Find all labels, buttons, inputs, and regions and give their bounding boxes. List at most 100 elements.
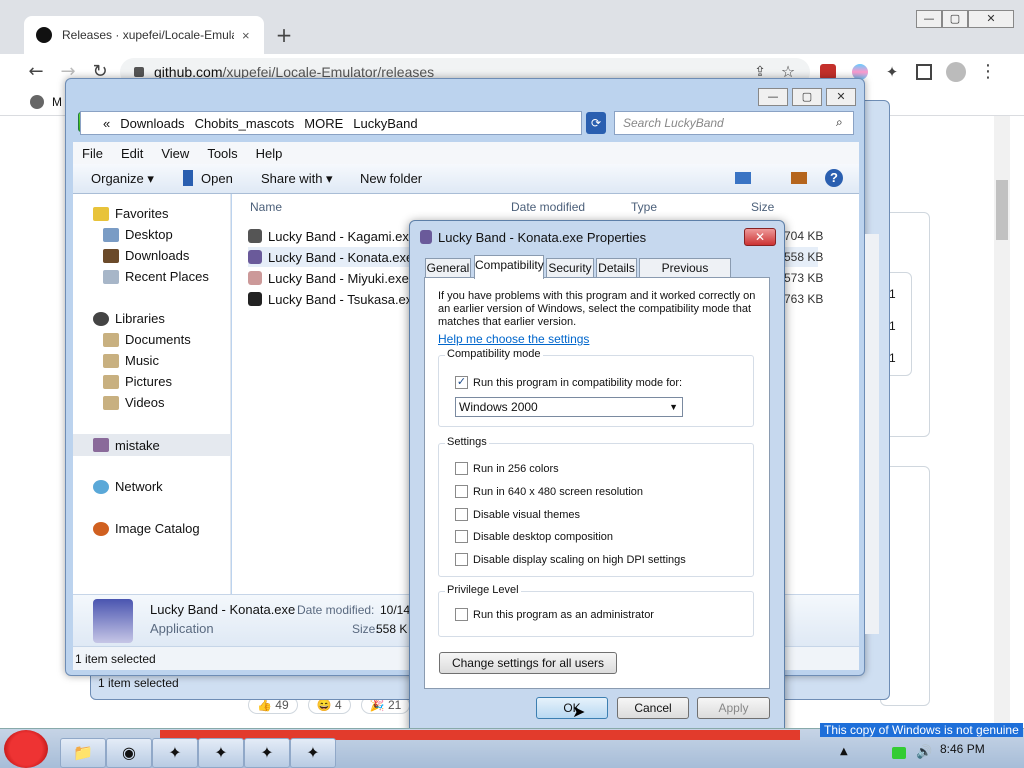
column-size[interactable]: Size: [751, 200, 774, 214]
tab-details[interactable]: Details: [596, 258, 637, 278]
exe-icon: [248, 229, 262, 243]
help-choose-settings-link[interactable]: Help me choose the settings: [438, 332, 589, 346]
close-tab-icon[interactable]: ×: [242, 28, 250, 43]
taskbar-app-icon[interactable]: ✦: [244, 738, 290, 768]
explorer-address-bar[interactable]: « Downloads Chobits_mascots MORE LuckyBa…: [80, 111, 582, 135]
taskbar-explorer-icon[interactable]: 📁: [60, 738, 106, 768]
profile-avatar[interactable]: [946, 62, 966, 82]
menu-file[interactable]: File: [73, 146, 112, 161]
taskbar-app-icon[interactable]: ✦: [290, 738, 336, 768]
change-settings-all-users-button[interactable]: Change settings for all users: [439, 652, 617, 674]
taskbar-app-icon[interactable]: ✦: [198, 738, 244, 768]
open-button[interactable]: Open: [201, 171, 233, 186]
settings-group: Settings Run in 256 colors Run in 640 x …: [438, 436, 754, 577]
column-date[interactable]: Date modified: [511, 200, 585, 214]
setting-256-colors[interactable]: Run in 256 colors: [455, 462, 559, 475]
lock-icon: [134, 67, 144, 77]
nav-favorites[interactable]: Favorites: [93, 206, 168, 221]
setting-disable-dpi-scaling[interactable]: Disable display scaling on high DPI sett…: [455, 553, 686, 566]
share-with-button[interactable]: Share with ▾: [261, 171, 333, 187]
menu-help[interactable]: Help: [247, 146, 292, 161]
nav-downloads[interactable]: Downloads: [103, 248, 189, 263]
bookmark-label[interactable]: M: [52, 95, 62, 109]
open-app-icon: [183, 170, 193, 186]
taskbar-chrome-icon[interactable]: ◉: [106, 738, 152, 768]
breadcrumb-luckyband[interactable]: LuckyBand: [353, 116, 417, 131]
side-panel-icon[interactable]: [916, 64, 932, 80]
browser-close-button[interactable]: ✕: [968, 10, 1014, 28]
taskbar-app-icon[interactable]: ✦: [152, 738, 198, 768]
preview-pane-icon[interactable]: [791, 172, 807, 184]
compat-os-select[interactable]: Windows 2000 ▼: [455, 397, 683, 417]
nav-image-catalog[interactable]: Image Catalog: [93, 521, 200, 536]
compatibility-mode-group: Compatibility mode ✓ Run this program in …: [438, 348, 754, 427]
cancel-button[interactable]: Cancel: [617, 697, 689, 719]
nav-pictures[interactable]: Pictures: [103, 374, 172, 389]
tab-security[interactable]: Security: [546, 258, 594, 278]
setting-640x480[interactable]: Run in 640 x 480 screen resolution: [455, 485, 643, 498]
breadcrumb-downloads[interactable]: Downloads: [120, 116, 184, 131]
help-icon[interactable]: ?: [825, 169, 843, 187]
page-scroll-thumb[interactable]: [996, 180, 1008, 240]
extensions-puzzle-icon[interactable]: ✦: [880, 60, 904, 84]
compat-mode-checkbox[interactable]: ✓ Run this program in compatibility mode …: [455, 376, 682, 389]
status-bar-back: 1 item selected: [98, 676, 179, 690]
browser-minimize-button[interactable]: —: [916, 10, 942, 28]
explorer-search-input[interactable]: Search LuckyBand: [614, 111, 854, 135]
libraries-icon: [93, 311, 109, 326]
exe-icon: [248, 292, 262, 306]
column-name[interactable]: Name: [250, 200, 282, 214]
nav-recent[interactable]: Recent Places: [103, 269, 209, 284]
setting-disable-composition[interactable]: Disable desktop composition: [455, 530, 613, 543]
volume-icon[interactable]: 🔊: [916, 745, 932, 760]
explorer-close-button[interactable]: ✕: [826, 88, 856, 106]
nav-music[interactable]: Music: [103, 353, 159, 368]
menu-kebab-icon[interactable]: ⋮: [976, 60, 1000, 84]
breadcrumb-chobits[interactable]: Chobits_mascots: [195, 116, 295, 131]
dialog-title: Lucky Band - Konata.exe Properties: [438, 230, 647, 245]
run-as-admin-checkbox[interactable]: Run this program as an administrator: [455, 608, 654, 621]
menu-edit[interactable]: Edit: [112, 146, 152, 161]
taskbar-clock[interactable]: 8:46 PM: [940, 742, 985, 756]
nav-network[interactable]: Network: [93, 479, 163, 494]
checkbox-box: [455, 608, 468, 621]
apply-button[interactable]: Apply: [697, 697, 770, 719]
breadcrumb-more[interactable]: MORE: [304, 116, 343, 131]
nav-libraries[interactable]: Libraries: [93, 311, 165, 326]
tab-previous-versions[interactable]: Previous Versions: [639, 258, 731, 293]
bookmark-globe-icon[interactable]: [30, 95, 44, 109]
file-row[interactable]: Lucky Band - Miyuki.exe: [248, 268, 409, 288]
file-row[interactable]: Lucky Band - Tsukasa.exe: [248, 289, 420, 309]
file-list-scrollbar[interactable]: [865, 234, 879, 634]
tab-compatibility[interactable]: Compatibility: [474, 255, 544, 279]
refresh-icon[interactable]: ⟳: [586, 112, 606, 134]
explorer-maximize-button[interactable]: ▢: [792, 88, 822, 106]
new-tab-button[interactable]: +: [272, 24, 296, 48]
nav-homegroup[interactable]: mistake: [73, 434, 230, 456]
search-icon[interactable]: ⌕: [836, 115, 843, 130]
tray-expand-icon[interactable]: ▲: [840, 746, 848, 757]
view-options-icon[interactable]: [735, 172, 751, 184]
column-type[interactable]: Type: [631, 200, 657, 214]
new-folder-button[interactable]: New folder: [360, 171, 422, 186]
organize-button[interactable]: Organize ▾: [91, 171, 154, 187]
file-row[interactable]: Lucky Band - Kagami.exe: [248, 226, 416, 246]
mouse-cursor-icon: ➤: [572, 702, 586, 721]
nav-desktop[interactable]: Desktop: [103, 227, 173, 242]
back-icon[interactable]: ←: [24, 60, 48, 84]
side-num: 1: [889, 287, 896, 301]
setting-disable-themes[interactable]: Disable visual themes: [455, 508, 580, 521]
menu-tools[interactable]: Tools: [198, 146, 246, 161]
menu-view[interactable]: View: [152, 146, 198, 161]
dialog-close-button[interactable]: ✕: [744, 228, 776, 246]
breadcrumb-overflow[interactable]: «: [103, 116, 110, 131]
tab-general[interactable]: General: [425, 258, 471, 278]
explorer-minimize-button[interactable]: —: [758, 88, 788, 106]
browser-maximize-button[interactable]: ▢: [942, 10, 968, 28]
exe-icon: [248, 250, 262, 264]
nav-documents[interactable]: Documents: [103, 332, 191, 347]
start-button-angry-bird-icon[interactable]: [4, 730, 48, 768]
nav-videos[interactable]: Videos: [103, 395, 165, 410]
battery-icon[interactable]: [892, 747, 906, 759]
browser-tab[interactable]: Releases · xupefei/Locale-Emulat ×: [24, 16, 264, 54]
